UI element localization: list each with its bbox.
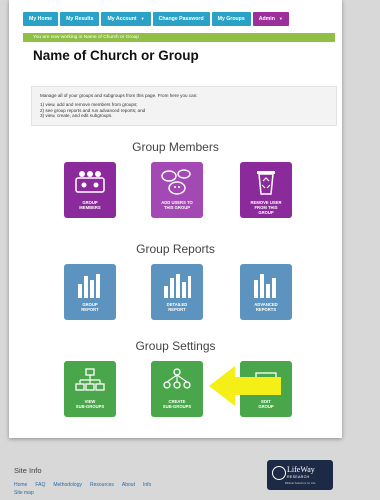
tile-label-line: SUB-GROUPS bbox=[162, 404, 192, 409]
add-users-icon bbox=[161, 169, 191, 195]
nav-label: My Groups bbox=[217, 16, 245, 22]
section-title-reports: Group Reports bbox=[136, 242, 215, 256]
footer-link-info[interactable]: Info bbox=[143, 482, 151, 488]
nav-my-account[interactable]: My Account ▼ bbox=[101, 12, 151, 26]
recycle-bin-icon bbox=[257, 171, 275, 195]
tile-label-line: THIS GROUP bbox=[163, 205, 191, 210]
working-notice: You are now working in Name of Church or… bbox=[23, 33, 335, 42]
people-network-icon bbox=[163, 368, 191, 389]
nav-label: My Account bbox=[107, 16, 137, 22]
tile-label: REMOVE USER FROM THIS GROUP bbox=[240, 200, 292, 215]
detailed-report-tile[interactable]: DETAILED REPORT bbox=[151, 264, 203, 320]
highlight-arrow-icon bbox=[209, 366, 281, 406]
footer-link-sitemap[interactable]: Site map bbox=[14, 490, 34, 496]
add-users-tile[interactable]: ADD USERS TO THIS GROUP bbox=[151, 162, 203, 218]
tile-label-line: GROUP bbox=[258, 210, 274, 215]
info-box: Manage all of your groups and subgroups … bbox=[31, 86, 337, 126]
nav-label: Change Password bbox=[158, 16, 204, 22]
remove-user-tile[interactable]: REMOVE USER FROM THIS GROUP bbox=[240, 162, 292, 218]
bar-chart-icon bbox=[254, 274, 276, 298]
bar-chart-icon bbox=[164, 274, 191, 298]
nav-my-groups[interactable]: My Groups bbox=[211, 12, 251, 26]
logo-name: LifeWay bbox=[287, 465, 315, 474]
section-title-settings: Group Settings bbox=[135, 339, 216, 353]
logo-mark-icon bbox=[272, 466, 286, 480]
tile-label: ADVANCED REPORTS bbox=[240, 302, 292, 312]
logo-tagline: Biblical Solutions for Life bbox=[285, 481, 316, 485]
footer-link-about[interactable]: About bbox=[122, 482, 135, 488]
footer-links: Home FAQ Methodology Resources About Inf… bbox=[14, 482, 151, 488]
tile-label-line: REPORT bbox=[81, 307, 99, 312]
tile-label: ADD USERS TO THIS GROUP bbox=[151, 200, 203, 210]
logo-sub: RESEARCH bbox=[287, 475, 310, 479]
section-title-members: Group Members bbox=[132, 140, 219, 154]
info-intro: Manage all of your groups and subgroups … bbox=[40, 93, 198, 98]
nav-label: My Results bbox=[66, 16, 94, 22]
advanced-reports-tile[interactable]: ADVANCED REPORTS bbox=[240, 264, 292, 320]
nav-my-results[interactable]: My Results bbox=[60, 12, 100, 26]
footer-link-methodology[interactable]: Methodology bbox=[53, 482, 82, 488]
tile-label: CREATE SUB-GROUPS bbox=[151, 399, 203, 409]
tile-label: VIEW SUB-GROUPS bbox=[64, 399, 116, 409]
tile-label-line: SUB-GROUPS bbox=[75, 404, 105, 409]
group-report-tile[interactable]: GROUP REPORT bbox=[64, 264, 116, 320]
footer-link-faq[interactable]: FAQ bbox=[35, 482, 45, 488]
page-title: Name of Church or Group bbox=[33, 48, 199, 63]
nav-label: Admin bbox=[258, 16, 275, 22]
footer-link-resources[interactable]: Resources bbox=[90, 482, 114, 488]
tile-label: DETAILED REPORT bbox=[151, 302, 203, 312]
tile-label: GROUP REPORT bbox=[64, 302, 116, 312]
tile-label-line: REPORT bbox=[168, 307, 186, 312]
nav-admin[interactable]: Admin ▼ bbox=[252, 12, 289, 26]
footer-title: Site Info bbox=[14, 466, 42, 475]
info-item: 3) view, create, and edit subgroups. bbox=[40, 113, 113, 119]
tile-label-line: MEMBERS bbox=[79, 205, 101, 210]
create-subgroups-tile[interactable]: CREATE SUB-GROUPS bbox=[151, 361, 203, 417]
nav-my-home[interactable]: My Home bbox=[23, 12, 59, 26]
group-members-icon bbox=[75, 171, 105, 193]
lifeway-research-logo[interactable]: LifeWay RESEARCH Biblical Solutions for … bbox=[267, 460, 333, 490]
view-subgroups-tile[interactable]: VIEW SUB-GROUPS bbox=[64, 361, 116, 417]
tile-label-line: REPORTS bbox=[255, 307, 277, 312]
nav-change-password[interactable]: Change Password bbox=[152, 12, 210, 26]
footer-link-home[interactable]: Home bbox=[14, 482, 27, 488]
tile-label: GROUP MEMBERS bbox=[64, 200, 116, 210]
top-nav: My Home My Results My Account ▼ Change Pa… bbox=[23, 12, 289, 26]
chevron-down-icon: ▼ bbox=[140, 16, 145, 21]
chevron-down-icon: ▼ bbox=[278, 16, 283, 21]
org-chart-icon bbox=[75, 368, 105, 391]
group-members-tile[interactable]: GROUP MEMBERS bbox=[64, 162, 116, 218]
nav-label: My Home bbox=[29, 16, 53, 22]
main-panel: My Home My Results My Account ▼ Change Pa… bbox=[9, 0, 342, 438]
bar-chart-icon bbox=[78, 274, 100, 298]
